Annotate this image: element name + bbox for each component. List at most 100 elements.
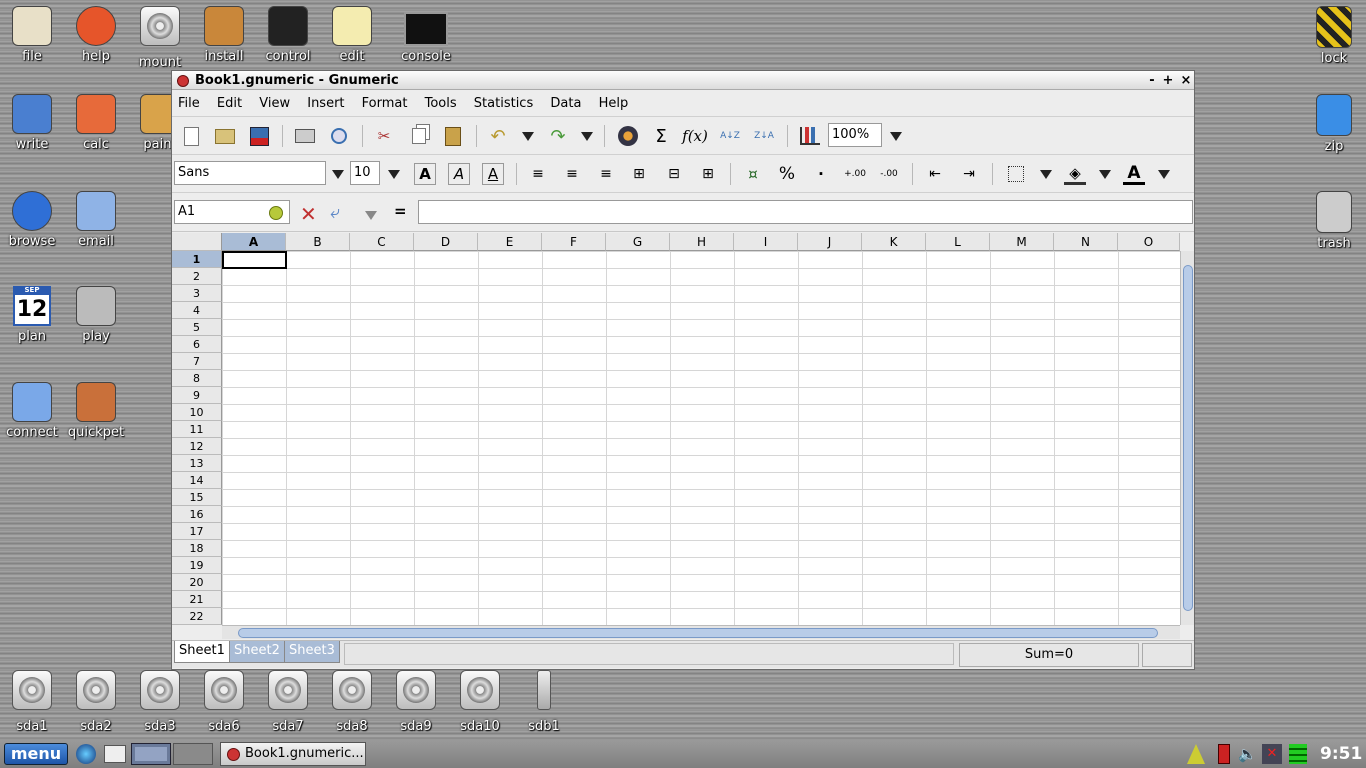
menu-file[interactable]: File [178, 96, 200, 111]
desktop-icon-browse[interactable]: browse [0, 185, 64, 265]
menu-button[interactable]: menu [4, 743, 68, 765]
decrease-decimals-icon[interactable]: -.00 [878, 163, 900, 185]
select-all-corner[interactable] [172, 233, 222, 251]
sort-ascending-icon[interactable]: A↓Z [719, 125, 741, 147]
merge-cells-icon[interactable]: ⊟ [663, 163, 685, 185]
print-icon[interactable] [294, 125, 316, 147]
column-header-I[interactable]: I [734, 233, 798, 251]
drive-icon-sda8[interactable]: sda8 [320, 664, 384, 744]
column-header-O[interactable]: O [1118, 233, 1180, 251]
unmerge-cells-icon[interactable]: ⊞ [697, 163, 719, 185]
sheet-tab-2[interactable]: Sheet2 [229, 641, 285, 663]
align-center-icon[interactable]: ≡ [561, 163, 583, 185]
cpu-monitor-tray-icon[interactable] [1289, 744, 1307, 764]
font-name-field[interactable]: Sans [174, 161, 326, 185]
desktop-icon-email[interactable]: email [64, 185, 128, 265]
column-header-M[interactable]: M [990, 233, 1054, 251]
open-folder-icon[interactable] [214, 125, 236, 147]
currency-icon[interactable]: ¤ [742, 163, 764, 185]
menu-view[interactable]: View [259, 96, 290, 111]
font-size-field[interactable]: 10 [350, 161, 380, 185]
undo-icon[interactable]: ↶ [487, 125, 509, 147]
desktop-icon-play[interactable]: play [64, 280, 128, 360]
decrease-indent-icon[interactable]: ⇤ [924, 163, 946, 185]
desktop-icon-mount[interactable]: mount [128, 0, 192, 80]
row-header-1[interactable]: 1 [172, 251, 222, 268]
minimize-button[interactable]: - [1144, 71, 1160, 90]
column-header-B[interactable]: B [286, 233, 350, 251]
horizontal-scroll-thumb[interactable] [238, 628, 1158, 638]
menu-insert[interactable]: Insert [307, 96, 344, 111]
desktop-icon-control[interactable]: control [256, 0, 320, 80]
drive-icon-sdb1[interactable]: sdb1 [512, 664, 576, 744]
redo-icon[interactable]: ↷ [547, 125, 569, 147]
column-header-K[interactable]: K [862, 233, 926, 251]
column-header-H[interactable]: H [670, 233, 734, 251]
row-header-2[interactable]: 2 [172, 268, 222, 285]
horizontal-scrollbar[interactable] [222, 625, 1180, 639]
drive-icon-sda7[interactable]: sda7 [256, 664, 320, 744]
row-header-11[interactable]: 11 [172, 421, 222, 438]
italic-icon[interactable]: A [448, 163, 470, 185]
column-header-C[interactable]: C [350, 233, 414, 251]
desktop-icon-trash[interactable]: trash [1302, 185, 1366, 265]
drive-icon-sda6[interactable]: sda6 [192, 664, 256, 744]
drive-icon-sda10[interactable]: sda10 [448, 664, 512, 744]
browser-launcher-icon[interactable] [76, 744, 96, 764]
task-button-gnumeric[interactable]: Book1.gnumeric... [220, 742, 366, 766]
font-size-dropdown-icon[interactable] [388, 170, 400, 179]
drive-icon-sda3[interactable]: sda3 [128, 664, 192, 744]
desktop-icon-calc[interactable]: calc [64, 88, 128, 168]
merge-center-icon[interactable]: ⊞ [628, 163, 650, 185]
menu-tools[interactable]: Tools [425, 96, 457, 111]
row-header-9[interactable]: 9 [172, 387, 222, 404]
font-dropdown-icon[interactable] [332, 170, 344, 179]
column-header-E[interactable]: E [478, 233, 542, 251]
font-color-dropdown-icon[interactable] [1158, 170, 1170, 179]
borders-icon[interactable] [1005, 163, 1027, 185]
column-header-F[interactable]: F [542, 233, 606, 251]
zoom-field[interactable]: 100% [828, 123, 882, 147]
drive-icon-sda1[interactable]: sda1 [0, 664, 64, 744]
function-icon[interactable]: f(x) [682, 125, 708, 147]
desktop-icon-plan[interactable]: 12 SEP plan [0, 280, 64, 360]
row-header-21[interactable]: 21 [172, 591, 222, 608]
new-document-icon[interactable] [180, 125, 202, 147]
menu-edit[interactable]: Edit [217, 96, 242, 111]
font-color-icon[interactable]: A [1123, 163, 1145, 185]
row-header-18[interactable]: 18 [172, 540, 222, 557]
desktop-icon-connect[interactable]: connect [0, 376, 64, 456]
row-header-3[interactable]: 3 [172, 285, 222, 302]
fill-color-dropdown-icon[interactable] [1099, 170, 1111, 179]
vertical-scroll-thumb[interactable] [1183, 265, 1193, 611]
desktop-icon-lock[interactable]: lock [1302, 0, 1366, 80]
drive-icon-sda9[interactable]: sda9 [384, 664, 448, 744]
cell-area[interactable] [222, 251, 1180, 625]
menu-format[interactable]: Format [362, 96, 408, 111]
desktop-icon-console[interactable]: console [394, 0, 458, 80]
sheet-tab-3[interactable]: Sheet3 [284, 641, 340, 663]
copy-icon[interactable] [408, 125, 430, 147]
column-header-G[interactable]: G [606, 233, 670, 251]
battery-tray-icon[interactable] [1218, 744, 1230, 764]
sheet-tab-1[interactable]: Sheet1 [174, 641, 230, 663]
row-header-22[interactable]: 22 [172, 608, 222, 625]
align-right-icon[interactable]: ≡ [595, 163, 617, 185]
row-header-10[interactable]: 10 [172, 404, 222, 421]
desktop-icon-install[interactable]: install [192, 0, 256, 80]
row-header-15[interactable]: 15 [172, 489, 222, 506]
column-header-L[interactable]: L [926, 233, 990, 251]
maximize-button[interactable]: + [1160, 71, 1176, 90]
formula-input[interactable] [418, 200, 1193, 224]
menu-help[interactable]: Help [599, 96, 629, 111]
desktop-2-button[interactable] [173, 743, 213, 765]
goto-cell-icon[interactable] [269, 206, 283, 220]
desktop-icon-quickpet[interactable]: quickpet [64, 376, 128, 456]
sort-descending-icon[interactable]: Z↓A [753, 125, 775, 147]
percent-icon[interactable]: % [776, 163, 798, 185]
undo-dropdown-icon[interactable] [522, 132, 534, 141]
row-header-16[interactable]: 16 [172, 506, 222, 523]
desktop-icon-edit[interactable]: edit [320, 0, 384, 80]
underline-icon[interactable]: A [482, 163, 504, 185]
window-titlebar[interactable]: Book1.gnumeric - Gnumeric - + × [172, 71, 1194, 90]
